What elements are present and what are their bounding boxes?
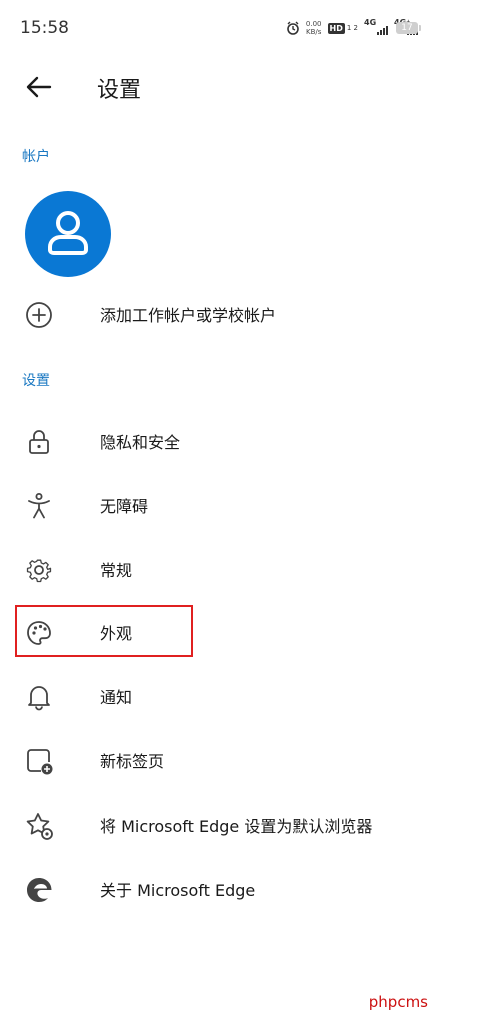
speed-value: 0.00 (305, 20, 322, 28)
hd-sub: 1 2 (346, 24, 358, 32)
highlight-box (15, 605, 193, 657)
person-icon (48, 211, 88, 255)
bell-icon (28, 686, 50, 711)
settings-item-label: 将 Microsoft Edge 设置为默认浏览器 (100, 817, 373, 836)
settings-item-label: 常规 (100, 561, 133, 580)
app-bar: 设置 (0, 58, 480, 118)
avatar[interactable] (25, 191, 111, 277)
accessibility-icon (28, 493, 50, 519)
signal-sim1-icon: 4G (364, 18, 388, 35)
settings-item-general[interactable]: 常规 (0, 544, 480, 594)
battery-icon: 17 (396, 22, 421, 34)
add-account-button[interactable]: 添加工作帐户或学校帐户 (0, 289, 480, 339)
lock-icon (29, 430, 49, 454)
star-gear-icon (26, 813, 53, 840)
settings-item-accessibility[interactable]: 无障碍 (0, 480, 480, 530)
status-bar: 15:58 0.00 KB/s HD 1 2 4G 4G⁺ 17 (0, 0, 480, 58)
add-circle-icon (26, 302, 52, 328)
speed-unit: KB/s (306, 28, 322, 36)
settings-item-notifications[interactable]: 通知 (0, 671, 480, 721)
settings-item-label: 无障碍 (100, 497, 149, 516)
settings-item-label: 新标签页 (100, 752, 165, 771)
settings-section-heading: 设置 (22, 373, 50, 389)
settings-item-default-browser[interactable]: 将 Microsoft Edge 设置为默认浏览器 (0, 800, 480, 850)
account-section-heading: 帐户 (22, 149, 50, 165)
settings-item-privacy[interactable]: 隐私和安全 (0, 416, 480, 466)
settings-item-about[interactable]: 关于 Microsoft Edge (0, 864, 480, 914)
settings-item-new-tab[interactable]: 新标签页 (0, 735, 480, 785)
watermark: phpcms (368, 993, 428, 1011)
alarm-icon (287, 21, 299, 35)
settings-item-label: 关于 Microsoft Edge (100, 881, 256, 900)
hd-badge: HD (327, 22, 345, 34)
edge-logo-icon (27, 878, 52, 902)
battery-level: 17 (401, 23, 413, 33)
add-account-label: 添加工作帐户或学校帐户 (100, 306, 277, 325)
new-tab-icon (27, 749, 53, 775)
network-speed: 0.00 KB/s (306, 20, 322, 36)
sim1-label: 4G (364, 18, 377, 27)
hd-label: HD (329, 23, 343, 33)
page-title: 设置 (97, 78, 142, 103)
settings-item-label: 通知 (100, 688, 133, 707)
status-time: 15:58 (20, 18, 69, 38)
gear-icon (26, 559, 52, 583)
settings-item-label: 隐私和安全 (100, 433, 181, 452)
arrow-left-icon[interactable] (24, 72, 54, 102)
